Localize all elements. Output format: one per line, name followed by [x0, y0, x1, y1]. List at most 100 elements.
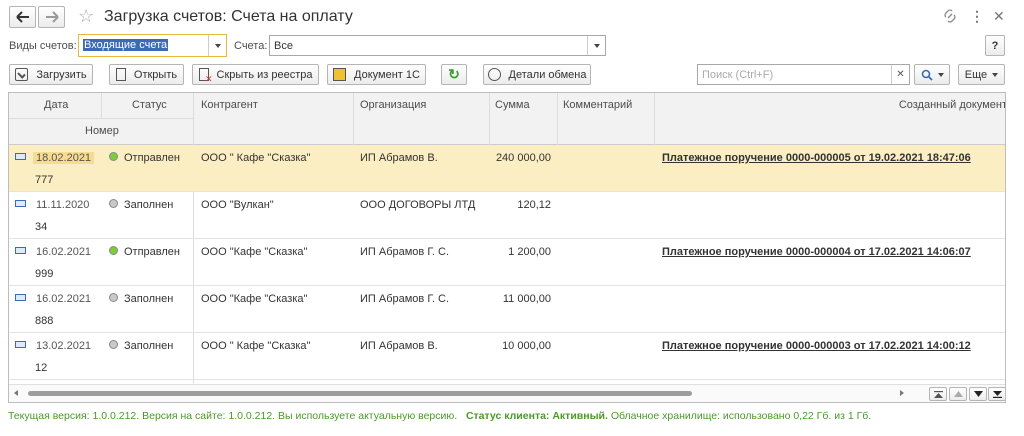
- clear-search-icon[interactable]: ✕: [891, 65, 909, 84]
- version-info: Текущая версия: 1.0.0.212. Версия на сай…: [8, 410, 458, 422]
- cell-organization: ИП Абрамов Г. С.: [360, 246, 450, 258]
- kind-label: Виды счетов:: [9, 40, 77, 52]
- link-icon[interactable]: [943, 9, 957, 26]
- cell-organization: ИП Абрамов Г. С.: [360, 293, 450, 305]
- more-button[interactable]: Еще: [958, 64, 1005, 85]
- arrow-right-icon: [45, 11, 59, 23]
- scroll-down-button[interactable]: [969, 387, 987, 401]
- search-icon: [921, 69, 933, 81]
- invoice-icon: [15, 341, 26, 348]
- invoice-icon: [15, 247, 26, 254]
- cell-date: 16.02.2021: [36, 293, 92, 305]
- scroll-bottom-button[interactable]: [988, 387, 1005, 401]
- kind-select[interactable]: Входящие счета: [78, 34, 227, 57]
- arrow-up-icon: [953, 391, 963, 397]
- accounts-label: Счета:: [234, 40, 268, 52]
- search-input[interactable]: Поиск (Ctrl+F) ✕: [697, 64, 910, 85]
- status-dot-icon: [109, 152, 118, 161]
- arrow-down-icon: [973, 391, 983, 397]
- table-row[interactable]: 16.02.2021 888 Заполнен ООО "Кафе "Сказка" И…: [9, 286, 1005, 333]
- cell-organization: ИП Абрамов В.: [360, 340, 438, 352]
- document-icon: [115, 68, 126, 81]
- table-row[interactable]: 18.02.2021 777 Отправлен ООО " Кафе "Сказка…: [9, 145, 1005, 192]
- kind-select-value: Входящие счета: [83, 39, 169, 51]
- status-bar: Текущая версия: 1.0.0.212. Версия на сай…: [8, 410, 871, 422]
- invoice-icon: [15, 294, 26, 301]
- search-button[interactable]: [914, 64, 950, 85]
- clock-icon: [487, 68, 501, 81]
- cell-date: 18.02.2021: [33, 152, 95, 164]
- header-number[interactable]: Номер: [85, 125, 119, 137]
- exchange-details-button[interactable]: Детали обмена: [483, 64, 591, 85]
- cell-status: Заполнен: [124, 340, 174, 352]
- cell-status: Заполнен: [124, 293, 174, 305]
- table-row[interactable]: 16.02.2021 999 Отправлен ООО "Кафе "Сказка"…: [9, 239, 1005, 286]
- favorite-star-icon[interactable]: ☆: [78, 5, 94, 27]
- cell-date: 16.02.2021: [36, 246, 92, 258]
- refresh-button[interactable]: ↻: [441, 64, 467, 85]
- invoices-table[interactable]: Дата Статус Номер Контрагент Организация…: [8, 92, 1006, 403]
- table-header: Дата Статус Номер Контрагент Организация…: [9, 93, 1005, 145]
- cell-organization: ИП Абрамов В.: [360, 152, 438, 164]
- header-sum[interactable]: Сумма: [495, 99, 530, 111]
- accounts-select-value: Все: [274, 40, 293, 52]
- horizontal-scrollbar[interactable]: [9, 384, 1005, 402]
- created-document-link[interactable]: Платежное поручение 0000-000005 от 19.02…: [662, 152, 971, 164]
- header-created-document[interactable]: Созданный документ: [899, 99, 1005, 111]
- cell-number: 12: [35, 362, 48, 374]
- close-icon[interactable]: ✕: [993, 6, 1005, 26]
- window-title: Загрузка счетов: Счета на оплату: [104, 8, 353, 25]
- table-row[interactable]: 13.02.2021 12 Заполнен ООО " Кафе "Сказка" И…: [9, 333, 1005, 380]
- cell-sum: 240 000,00: [495, 152, 551, 164]
- status-dot-icon: [109, 246, 118, 255]
- more-vertical-icon[interactable]: ⋮: [970, 6, 984, 26]
- cell-sum: 11 000,00: [502, 293, 551, 305]
- forward-button[interactable]: [38, 6, 65, 28]
- invoice-icon: [15, 153, 26, 160]
- header-date[interactable]: Дата: [44, 99, 68, 111]
- header-counterparty[interactable]: Контрагент: [201, 99, 258, 111]
- status-dot-icon: [109, 199, 118, 208]
- load-button[interactable]: Загрузить: [9, 64, 93, 85]
- scroll-left-icon[interactable]: [14, 390, 18, 396]
- refresh-icon: ↻: [448, 66, 460, 82]
- arrow-left-icon: [15, 11, 29, 23]
- scroll-top-button[interactable]: [929, 387, 947, 401]
- header-comment[interactable]: Комментарий: [563, 99, 632, 111]
- cell-counterparty: ООО "Вулкан": [201, 199, 274, 211]
- cell-sum: 1 200,00: [508, 246, 551, 258]
- created-document-link[interactable]: Платежное поручение 0000-000003 от 17.02…: [662, 340, 971, 352]
- hide-from-registry-button[interactable]: ✕ Скрыть из реестра: [192, 64, 319, 85]
- chevron-down-icon[interactable]: [208, 35, 226, 56]
- cell-sum: 120,12: [517, 199, 551, 211]
- cell-counterparty: ООО " Кафе "Сказка": [201, 152, 311, 164]
- scroll-right-icon[interactable]: [900, 390, 904, 396]
- table-row[interactable]: 11.11.2020 34 Заполнен ООО "Вулкан" ООО ДОГО…: [9, 192, 1005, 239]
- cell-counterparty: ООО "Кафе "Сказка": [201, 293, 308, 305]
- cell-number: 777: [35, 174, 54, 186]
- cell-date: 11.11.2020: [36, 199, 90, 211]
- back-button[interactable]: [9, 6, 36, 28]
- scroll-up-button[interactable]: [949, 387, 967, 401]
- cell-sum: 10 000,00: [502, 340, 551, 352]
- cell-counterparty: ООО " Кафе "Сказка": [201, 340, 311, 352]
- cell-number: 888: [35, 315, 54, 327]
- invoice-icon: [15, 200, 26, 207]
- scrollbar-thumb[interactable]: [28, 391, 692, 396]
- created-document-link[interactable]: Платежное поручение 0000-000004 от 17.02…: [662, 246, 971, 258]
- open-button[interactable]: Открыть: [109, 64, 184, 85]
- cell-status: Отправлен: [124, 152, 180, 164]
- accounts-select[interactable]: Все: [269, 35, 606, 56]
- help-button[interactable]: ?: [985, 35, 1005, 56]
- cell-number: 999: [35, 268, 54, 280]
- storage-info: Облачное хранилище: использовано 0,22 Гб…: [610, 410, 872, 422]
- cell-date: 13.02.2021: [36, 340, 92, 352]
- client-status: Статус клиента: Активный.: [465, 410, 608, 422]
- chevron-down-icon[interactable]: [587, 36, 605, 55]
- chevron-down-icon: [937, 72, 944, 77]
- cell-organization: ООО ДОГОВОРЫ ЛТД: [360, 199, 476, 211]
- status-dot-icon: [109, 293, 118, 302]
- document-1c-button[interactable]: Документ 1С: [327, 64, 426, 85]
- header-organization[interactable]: Организация: [360, 99, 426, 111]
- header-status[interactable]: Статус: [132, 99, 167, 111]
